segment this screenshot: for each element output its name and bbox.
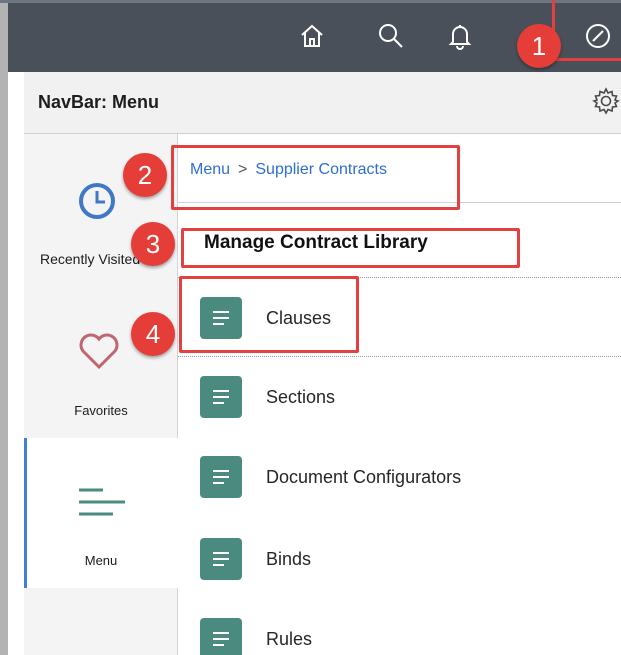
callout-box-3	[181, 228, 520, 268]
list-icon	[200, 618, 242, 655]
gear-icon[interactable]	[591, 86, 621, 116]
callout-box-1	[552, 0, 621, 61]
list-item-label: Sections	[266, 387, 336, 407]
list-item-sections[interactable]: Sections	[178, 357, 621, 437]
callout-badge-2: 2	[123, 153, 167, 197]
navbar-sidebar: Recently Visited Favorites Menu	[24, 134, 178, 655]
menu-lines-icon	[79, 488, 125, 516]
window-edge	[0, 0, 8, 655]
sidebar-item-menu[interactable]: Menu	[24, 438, 178, 588]
navbar-title: NavBar: Menu	[38, 92, 160, 112]
list-icon	[200, 538, 242, 580]
list-item-label: Rules	[266, 629, 313, 649]
sidebar-item-label: Menu	[84, 553, 118, 568]
list-icon	[200, 456, 242, 498]
menu-content: Menu > Supplier Contracts Manage Contract …	[178, 134, 621, 655]
list-icon	[200, 376, 242, 418]
callout-box-4	[179, 276, 359, 353]
navbar-header: NavBar: Menu	[24, 72, 621, 134]
list-item-label: Binds	[266, 549, 312, 569]
list-item-rules[interactable]: Rules	[178, 599, 621, 655]
clock-icon	[79, 183, 115, 219]
home-icon[interactable]	[294, 18, 330, 54]
topbar-highlight	[0, 0, 621, 3]
heart-icon	[79, 333, 119, 370]
sidebar-item-favorites[interactable]: Favorites	[24, 286, 178, 438]
search-icon[interactable]	[373, 18, 409, 54]
sidebar-item-label: Favorites	[74, 403, 128, 418]
callout-badge-1: 1	[517, 24, 561, 68]
bell-icon[interactable]	[442, 18, 478, 54]
list-item-document-configurators[interactable]: Document Configurators	[178, 437, 621, 517]
callout-box-2	[171, 145, 460, 210]
list-item-binds[interactable]: Binds	[178, 519, 621, 599]
callout-badge-3: 3	[131, 222, 175, 266]
list-item-label: Document Configurators	[266, 467, 462, 487]
callout-badge-4: 4	[131, 312, 175, 356]
